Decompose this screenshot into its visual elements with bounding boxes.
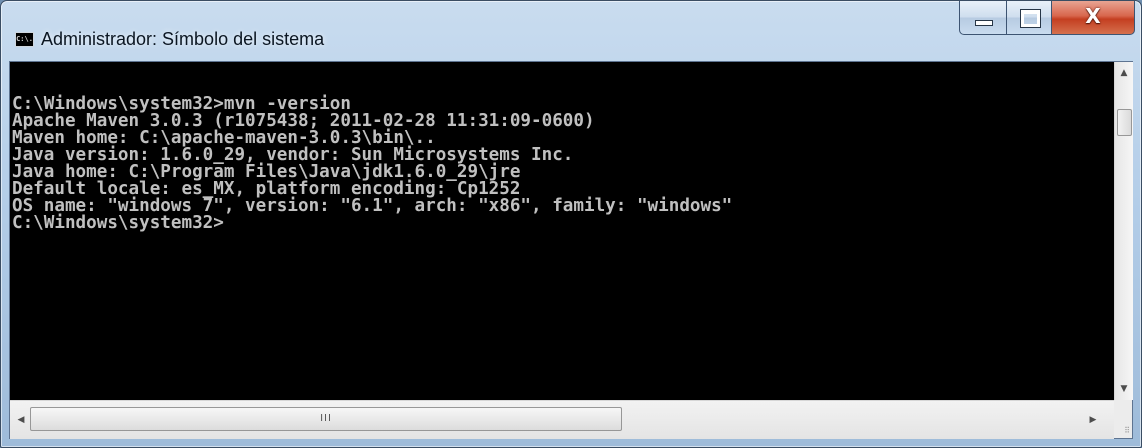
scroll-right-icon[interactable]: ▶ [1084, 411, 1102, 429]
horizontal-scrollbar[interactable]: ◀ III ▶ [10, 400, 1114, 439]
console-icon[interactable]: C:\. [15, 32, 34, 47]
console-client-area: C:\Windows\system32>mvn -version Apache … [9, 61, 1133, 439]
console-window: C:\. Administrador: Símbolo del sistema … [0, 0, 1142, 448]
scroll-left-icon[interactable]: ◀ [12, 411, 30, 429]
console-output[interactable]: C:\Windows\system32>mvn -version Apache … [10, 62, 1114, 400]
close-icon: X [1085, 4, 1101, 28]
scroll-down-icon[interactable]: ▼ [1115, 380, 1133, 398]
minimize-button[interactable] [959, 1, 1007, 35]
vertical-scroll-thumb[interactable] [1117, 109, 1132, 136]
thumb-grip-icon: III [320, 413, 332, 424]
scrollbar-corner: ⠿ [1114, 400, 1132, 438]
console-prompt: C:\Windows\system32> [12, 213, 224, 233]
scroll-up-icon[interactable]: ▲ [1115, 64, 1133, 82]
minimize-icon [975, 20, 993, 26]
resize-grip-icon[interactable]: ⠿ [1124, 427, 1130, 435]
title-bar[interactable]: C:\. Administrador: Símbolo del sistema … [1, 1, 1141, 61]
window-title: Administrador: Símbolo del sistema [41, 29, 325, 49]
maximize-button[interactable] [1007, 1, 1052, 35]
close-button[interactable]: X [1052, 1, 1135, 35]
horizontal-scroll-thumb[interactable]: III [30, 407, 622, 431]
vertical-scrollbar[interactable]: ▲ ▼ [1114, 62, 1133, 400]
maximize-icon [1020, 9, 1041, 28]
console-lines: C:\Windows\system32>mvn -version Apache … [10, 95, 732, 233]
window-controls: X [959, 1, 1135, 35]
